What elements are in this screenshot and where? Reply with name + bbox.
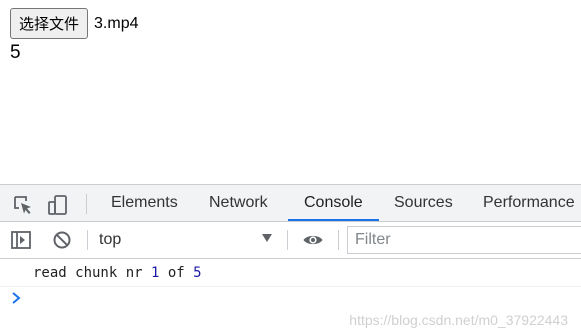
- active-tab-indicator: [288, 219, 379, 221]
- console-log-message: read chunk nr 1 of 5: [0, 259, 581, 287]
- eye-icon[interactable]: [302, 229, 324, 251]
- toolbar-divider: [287, 230, 288, 250]
- tab-sources[interactable]: Sources: [394, 185, 453, 221]
- inspect-element-icon[interactable]: [12, 194, 34, 216]
- tab-performance[interactable]: Performance: [483, 185, 575, 221]
- filter-input[interactable]: Filter: [347, 226, 581, 254]
- device-toolbar-icon[interactable]: [47, 194, 69, 216]
- console-messages: read chunk nr 1 of 5 https://blog.csdn.n…: [0, 259, 581, 336]
- tab-console[interactable]: Console: [304, 185, 363, 221]
- tab-elements[interactable]: Elements: [111, 185, 178, 221]
- toolbar-divider: [338, 230, 339, 250]
- devtools-tab-bar: Elements Network Console Sources Perform…: [0, 184, 581, 222]
- console-toolbar: top Filter: [0, 222, 581, 259]
- devtools-panel: Elements Network Console Sources Perform…: [0, 184, 581, 336]
- toolbar-divider: [86, 194, 87, 214]
- file-input[interactable]: 选择文件 3.mp4: [10, 8, 138, 39]
- toolbar-divider: [87, 230, 88, 250]
- clear-console-icon[interactable]: [51, 229, 73, 251]
- selected-file-name: 3.mp4: [94, 14, 139, 32]
- web-page: 选择文件 3.mp4 5: [0, 0, 581, 184]
- log-text: of: [159, 265, 194, 281]
- console-sidebar-icon[interactable]: [10, 229, 32, 251]
- watermark-text: https://blog.csdn.net/m0_37922443: [349, 312, 568, 328]
- log-number: 5: [193, 265, 202, 281]
- chevron-down-icon[interactable]: [262, 234, 272, 242]
- log-text: read chunk nr: [33, 265, 152, 281]
- chunk-count-text: 5: [10, 42, 21, 63]
- console-prompt[interactable]: [0, 287, 581, 311]
- tab-network[interactable]: Network: [209, 185, 268, 221]
- choose-file-button[interactable]: 选择文件: [10, 8, 89, 39]
- execution-context-select[interactable]: top: [99, 222, 121, 258]
- chevron-right-icon: [12, 292, 21, 304]
